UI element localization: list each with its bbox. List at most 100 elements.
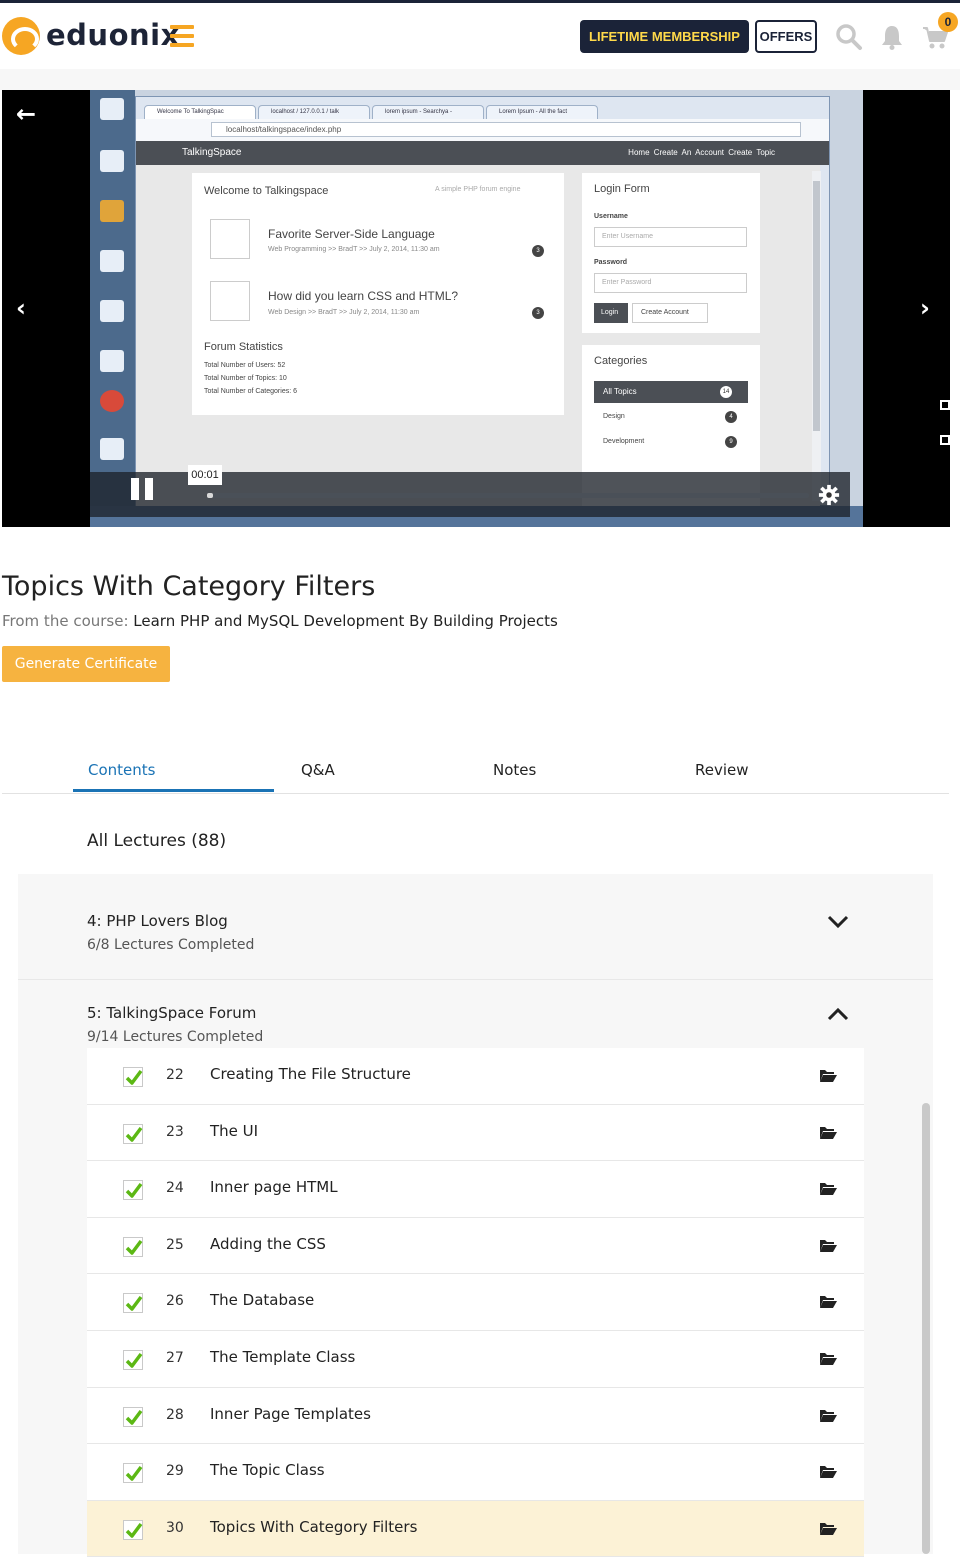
- pause-button[interactable]: [131, 478, 155, 500]
- folder-open-icon[interactable]: [819, 1181, 837, 1196]
- completed-check-icon[interactable]: [123, 1236, 143, 1257]
- lecture-number: 25: [166, 1236, 184, 1253]
- completed-check-icon[interactable]: [123, 1349, 143, 1370]
- offers-button[interactable]: OFFERS: [755, 20, 817, 53]
- theater-mode-icon[interactable]: [940, 400, 950, 410]
- folder-open-icon[interactable]: [819, 1351, 837, 1366]
- lecture-name[interactable]: The Topic Class: [210, 1461, 325, 1479]
- site-navbar: TalkingSpace Home Create An Account Crea…: [136, 141, 829, 165]
- seek-bar[interactable]: [207, 493, 809, 498]
- eduonix-logo[interactable]: eduonix: [2, 15, 179, 59]
- lecture-name[interactable]: Inner Page Templates: [210, 1405, 371, 1423]
- completed-check-icon[interactable]: [123, 1463, 143, 1484]
- back-arrow-icon[interactable]: ←: [16, 100, 36, 128]
- folder-open-icon[interactable]: [819, 1238, 837, 1253]
- video-frame: Welcome To TalkingSpac localhost / 127.0…: [90, 90, 863, 527]
- cart-count-badge: 0: [938, 12, 958, 32]
- lecture-title: Topics With Category Filters: [2, 571, 376, 602]
- lecture-row[interactable]: 24 Inner page HTML: [87, 1161, 864, 1218]
- lecture-tabs: Contents Q&A Notes Review: [2, 752, 949, 794]
- lecture-row[interactable]: 22 Creating The File Structure: [87, 1048, 864, 1105]
- browser-tab: lorem ipsum - Searchya -: [372, 105, 484, 119]
- site-links: Home Create An Account Create Topic: [628, 148, 775, 157]
- lecture-name[interactable]: Adding the CSS: [210, 1235, 326, 1253]
- lecture-row[interactable]: 29 The Topic Class: [87, 1444, 864, 1501]
- previous-arrow-icon[interactable]: ‹: [16, 294, 26, 322]
- category-item: Development: [603, 438, 645, 445]
- categories-heading: Categories: [594, 355, 648, 367]
- lecture-number: 26: [166, 1293, 184, 1310]
- tab-review[interactable]: Review: [695, 761, 749, 779]
- site-header: eduonix LIFETIME MEMBERSHIP OFFERS 0: [0, 3, 960, 69]
- search-icon[interactable]: [835, 23, 863, 51]
- lifetime-membership-button[interactable]: LIFETIME MEMBERSHIP: [580, 20, 749, 53]
- section-title[interactable]: 5: TalkingSpace Forum: [87, 1004, 256, 1022]
- lecture-name[interactable]: Topics With Category Filters: [210, 1518, 417, 1536]
- lecture-number: 29: [166, 1463, 184, 1480]
- category-item: Design: [603, 413, 625, 420]
- lecture-name[interactable]: The UI: [210, 1122, 258, 1140]
- lecture-row[interactable]: 27 The Template Class: [87, 1330, 864, 1388]
- bell-icon[interactable]: [878, 23, 906, 51]
- lecture-row[interactable]: 23 The UI: [87, 1104, 864, 1162]
- lecture-row[interactable]: 25 Adding the CSS: [87, 1217, 864, 1275]
- lecture-name[interactable]: The Database: [210, 1291, 314, 1309]
- lecture-row[interactable]: 30 Topics With Category Filters: [87, 1500, 864, 1557]
- folder-open-icon[interactable]: [819, 1125, 837, 1140]
- chevron-down-icon[interactable]: [826, 914, 850, 930]
- page-scrollbar[interactable]: [922, 1103, 930, 1554]
- browser-tab: localhost / 127.0.0.1 / talk: [258, 105, 370, 119]
- stat-line: Total Number of Categories: 6: [204, 388, 297, 395]
- lecture-number: 27: [166, 1349, 184, 1366]
- lecture-name[interactable]: The Template Class: [210, 1348, 355, 1366]
- chevron-up-icon[interactable]: [826, 1006, 850, 1022]
- browser-tab: Welcome To TalkingSpac: [144, 105, 256, 119]
- completed-check-icon[interactable]: [123, 1406, 143, 1427]
- browser-tab: Lorem Ipsum - All the fact: [486, 105, 598, 119]
- tab-notes[interactable]: Notes: [493, 761, 536, 779]
- lecture-number: 28: [166, 1406, 184, 1423]
- tab-contents[interactable]: Contents: [88, 761, 155, 779]
- course-name-link[interactable]: Learn PHP and MySQL Development By Build…: [133, 612, 558, 630]
- completed-check-icon[interactable]: [123, 1067, 143, 1087]
- lecture-row[interactable]: 26 The Database: [87, 1274, 864, 1331]
- folder-open-icon[interactable]: [819, 1408, 837, 1423]
- login-panel: Login Form Username Enter Username Passw…: [582, 173, 760, 333]
- settings-gear-icon[interactable]: [818, 484, 840, 506]
- current-time: 00:01: [188, 465, 222, 485]
- folder-open-icon[interactable]: [819, 1068, 837, 1083]
- browser-scrollbar: [812, 171, 821, 501]
- username-field: Enter Username: [594, 227, 747, 247]
- lecture-row[interactable]: 28 Inner Page Templates: [87, 1387, 864, 1445]
- next-arrow-icon[interactable]: ›: [920, 294, 930, 322]
- section-title[interactable]: 4: PHP Lovers Blog: [87, 912, 228, 930]
- completed-check-icon[interactable]: [123, 1293, 143, 1314]
- category-count: 4: [725, 411, 737, 423]
- lecture-name[interactable]: Inner page HTML: [210, 1178, 338, 1196]
- lecture-list: 22 Creating The File Structure 23 The UI 24 I…: [87, 1048, 864, 1557]
- menu-icon[interactable]: [170, 25, 194, 47]
- folder-open-icon[interactable]: [819, 1521, 837, 1536]
- section-progress: 6/8 Lectures Completed: [87, 937, 255, 953]
- password-field: Enter Password: [594, 273, 747, 293]
- section-divider: [18, 979, 933, 980]
- stat-line: Total Number of Users: 52: [204, 362, 286, 369]
- completed-check-icon[interactable]: [123, 1180, 143, 1201]
- fullscreen-icon[interactable]: [940, 435, 950, 445]
- forum-panel: Welcome to Talkingspace A simple PHP for…: [192, 173, 564, 415]
- folder-open-icon[interactable]: [819, 1294, 837, 1309]
- completed-check-icon[interactable]: [123, 1123, 143, 1144]
- topic-thumbnail: [210, 219, 250, 259]
- username-label: Username: [594, 213, 628, 220]
- login-button: Login: [594, 303, 628, 323]
- completed-check-icon[interactable]: [123, 1519, 143, 1540]
- video-player[interactable]: Welcome To TalkingSpac localhost / 127.0…: [2, 90, 950, 527]
- password-label: Password: [594, 259, 628, 266]
- folder-open-icon[interactable]: [819, 1464, 837, 1479]
- topic-thumbnail: [210, 281, 250, 321]
- tab-qa[interactable]: Q&A: [301, 761, 335, 779]
- section-progress: 9/14 Lectures Completed: [87, 1029, 264, 1045]
- all-lectures-heading: All Lectures (88): [87, 831, 227, 851]
- generate-certificate-button[interactable]: Generate Certificate: [2, 646, 170, 682]
- lecture-name[interactable]: Creating The File Structure: [210, 1065, 411, 1083]
